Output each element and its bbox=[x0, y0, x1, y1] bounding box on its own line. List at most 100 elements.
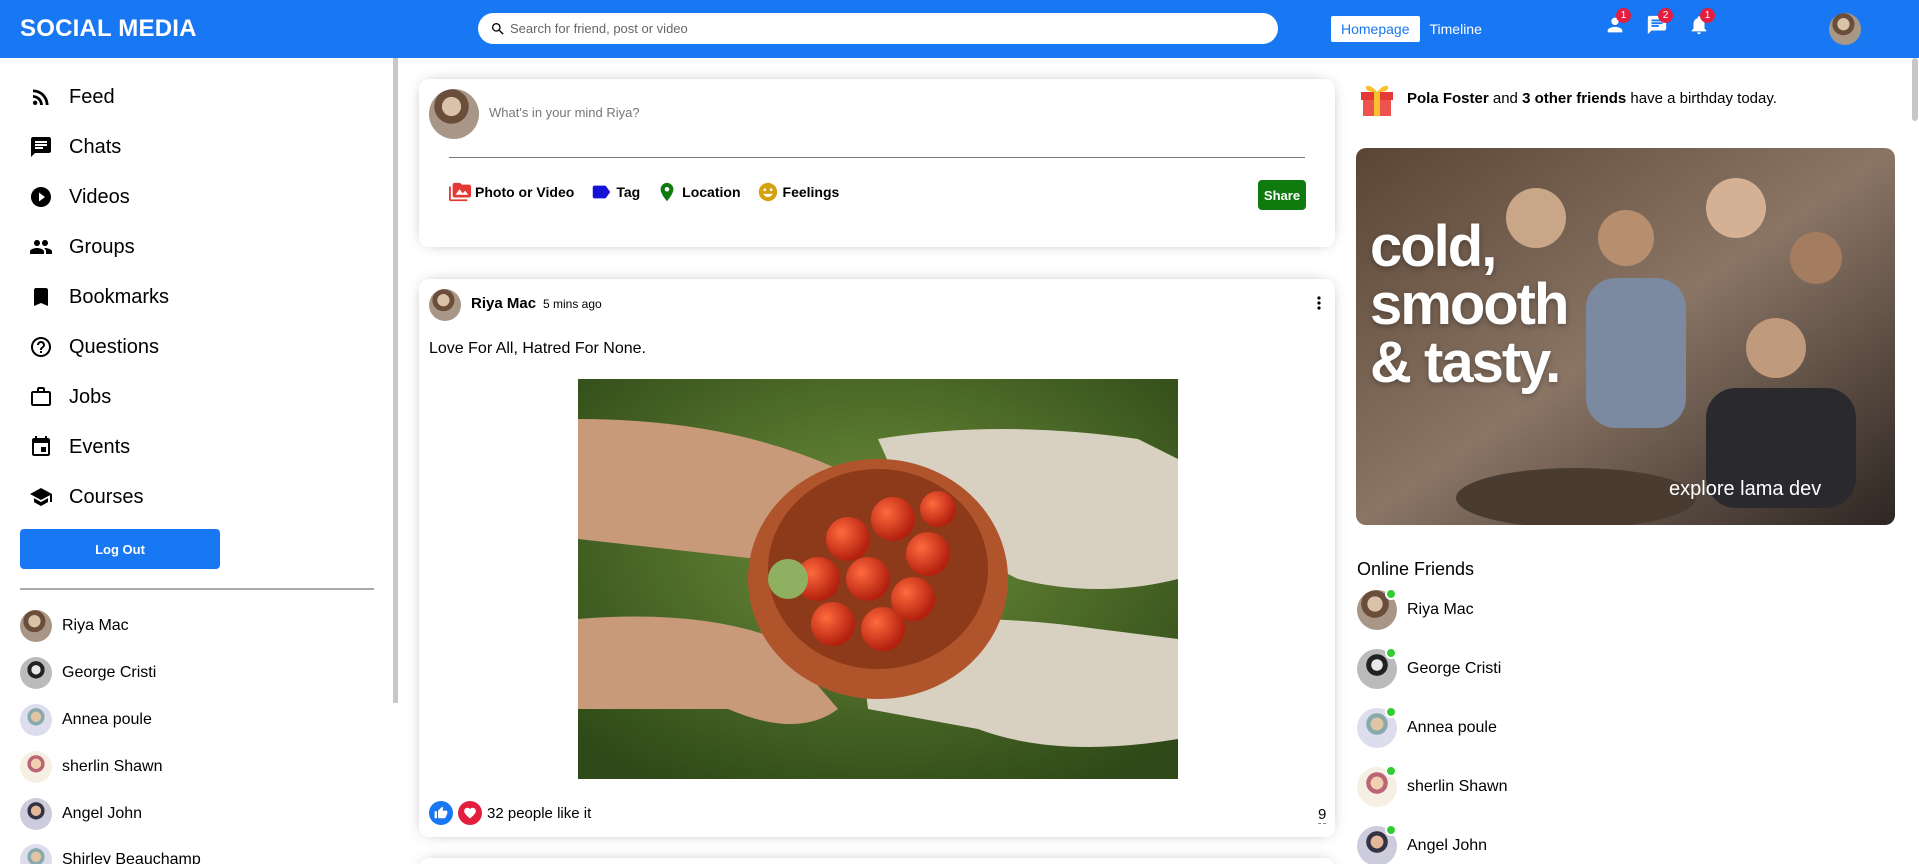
sidebar-item-label: Bookmarks bbox=[69, 285, 170, 308]
app-logo[interactable]: SOCIAL MEDIA bbox=[20, 15, 197, 43]
next-post-card bbox=[419, 858, 1335, 864]
sidebar-item-feed[interactable]: Feed bbox=[29, 85, 115, 109]
ad-banner[interactable]: cold, smooth & tasty. explore lama dev bbox=[1356, 148, 1895, 525]
sidebar-item-label: Events bbox=[69, 435, 131, 458]
sidebar-item-groups[interactable]: Groups bbox=[29, 235, 135, 259]
option-label: Tag bbox=[616, 184, 641, 200]
ad-title-line: & tasty. bbox=[1370, 330, 1561, 395]
emoji-icon bbox=[758, 182, 777, 202]
sidebar-scrollbar[interactable] bbox=[393, 58, 398, 703]
avatar bbox=[20, 844, 52, 864]
ad-title-line: smooth bbox=[1370, 272, 1569, 337]
option-label: Location bbox=[682, 184, 741, 200]
avatar bbox=[429, 89, 479, 139]
online-friends-title: Online Friends bbox=[1357, 559, 1475, 579]
friend-item[interactable]: Annea poule bbox=[20, 704, 152, 736]
friend-name: Shirley Beauchamp bbox=[62, 851, 201, 864]
photo-video-option[interactable]: Photo or Video bbox=[449, 181, 574, 203]
group-icon bbox=[30, 240, 52, 254]
friend-item[interactable]: Angel John bbox=[20, 798, 142, 830]
sidebar-item-jobs[interactable]: Jobs bbox=[29, 385, 111, 409]
avatar[interactable] bbox=[429, 289, 461, 321]
friend-item[interactable]: Shirley Beauchamp bbox=[20, 844, 201, 864]
comment-count[interactable]: 9 bbox=[1318, 806, 1327, 824]
notifications-button[interactable]: 1 bbox=[1688, 8, 1715, 38]
post-date: 5 mins ago bbox=[543, 297, 602, 311]
heart-icon bbox=[464, 807, 476, 819]
search-input[interactable] bbox=[510, 21, 1250, 36]
friend-name: Annea poule bbox=[62, 711, 152, 728]
share-button[interactable]: Share bbox=[1258, 180, 1306, 210]
online-friend-item[interactable]: sherlin Shawn bbox=[1357, 765, 1508, 807]
friend-requests-badge: 1 bbox=[1616, 8, 1631, 23]
post-image[interactable] bbox=[578, 379, 1178, 779]
avatar bbox=[20, 610, 52, 642]
room-icon bbox=[660, 182, 674, 202]
search-bar[interactable] bbox=[478, 13, 1278, 44]
sidebar-item-label: Jobs bbox=[69, 385, 112, 408]
birthday-name[interactable]: Pola Foster bbox=[1407, 90, 1489, 107]
tag-option[interactable]: Tag bbox=[590, 181, 640, 203]
sidebar-item-chats[interactable]: Chats bbox=[29, 135, 121, 159]
sidebar-divider bbox=[20, 588, 374, 590]
feelings-option[interactable]: Feelings bbox=[757, 181, 839, 203]
homepage-link[interactable]: Homepage bbox=[1331, 16, 1420, 42]
tomato-bowl-image bbox=[578, 379, 1178, 779]
friend-name: sherlin Shawn bbox=[62, 758, 163, 775]
messages-button[interactable]: 2 bbox=[1646, 8, 1673, 38]
left-sidebar: Feed Chats Videos Groups Bookmarks Quest… bbox=[0, 58, 395, 864]
logout-button[interactable]: Log Out bbox=[20, 529, 220, 569]
ad-title: cold, smooth & tasty. bbox=[1370, 214, 1569, 395]
sidebar-item-courses[interactable]: Courses bbox=[29, 485, 143, 509]
friend-requests-button[interactable]: 1 bbox=[1604, 8, 1631, 38]
rss-feed-icon bbox=[33, 89, 49, 105]
more-vert-icon[interactable] bbox=[1309, 291, 1329, 315]
like-button[interactable] bbox=[429, 801, 453, 825]
ad-title-line: cold, bbox=[1370, 214, 1497, 279]
sidebar-item-bookmarks[interactable]: Bookmarks bbox=[29, 285, 169, 309]
school-icon bbox=[30, 488, 52, 506]
chat-icon bbox=[31, 137, 51, 157]
post-text: Love For All, Hatred For None. bbox=[429, 340, 646, 357]
messages-badge: 2 bbox=[1658, 8, 1673, 23]
like-count: 32 people like it bbox=[487, 804, 592, 822]
online-friend-name: Riya Mac bbox=[1407, 601, 1474, 618]
post-username[interactable]: Riya Mac bbox=[471, 295, 536, 312]
label-icon bbox=[593, 185, 611, 199]
thumb-up-icon bbox=[434, 806, 448, 819]
sidebar-item-label: Questions bbox=[69, 335, 160, 358]
online-friend-item[interactable]: George Cristi bbox=[1357, 647, 1502, 689]
nav-links: Homepage Timeline bbox=[1331, 16, 1482, 42]
online-friend-name: George Cristi bbox=[1407, 660, 1502, 677]
timeline-link[interactable]: Timeline bbox=[1430, 21, 1482, 37]
sidebar-item-videos[interactable]: Videos bbox=[29, 185, 130, 209]
online-friend-item[interactable]: Riya Mac bbox=[1357, 588, 1474, 630]
search-icon bbox=[492, 22, 504, 35]
online-friend-item[interactable]: Angel John bbox=[1357, 824, 1487, 864]
online-friend-item[interactable]: Annea poule bbox=[1357, 706, 1497, 748]
sidebar-item-label: Courses bbox=[69, 485, 144, 508]
share-input[interactable] bbox=[489, 105, 1189, 120]
friend-item[interactable]: sherlin Shawn bbox=[20, 751, 163, 783]
page-scrollbar[interactable] bbox=[1912, 58, 1918, 121]
topbar: SOCIAL MEDIA Homepage Timeline 1 2 1 bbox=[0, 0, 1919, 58]
birthday-others[interactable]: 3 other friends bbox=[1522, 90, 1626, 107]
perm-media-icon bbox=[449, 182, 471, 202]
online-friend-name: sherlin Shawn bbox=[1407, 778, 1508, 795]
play-circle-icon bbox=[31, 187, 51, 207]
sidebar-item-label: Feed bbox=[69, 85, 115, 108]
heart-button[interactable] bbox=[458, 801, 482, 825]
friend-item[interactable]: Riya Mac bbox=[20, 610, 129, 642]
sidebar-item-questions[interactable]: Questions bbox=[29, 335, 159, 359]
help-icon bbox=[31, 337, 51, 357]
bookmark-icon bbox=[34, 288, 48, 306]
birthday-suffix: have a birthday today. bbox=[1626, 89, 1777, 107]
topbar-icons: 1 2 1 bbox=[1604, 8, 1715, 38]
avatar bbox=[20, 798, 52, 830]
sidebar-item-label: Chats bbox=[69, 135, 122, 158]
ad-subtitle: explore lama dev bbox=[1669, 478, 1822, 500]
profile-avatar[interactable] bbox=[1829, 13, 1861, 45]
friend-item[interactable]: George Cristi bbox=[20, 657, 156, 689]
sidebar-item-events[interactable]: Events bbox=[29, 435, 130, 459]
location-option[interactable]: Location bbox=[656, 181, 741, 203]
